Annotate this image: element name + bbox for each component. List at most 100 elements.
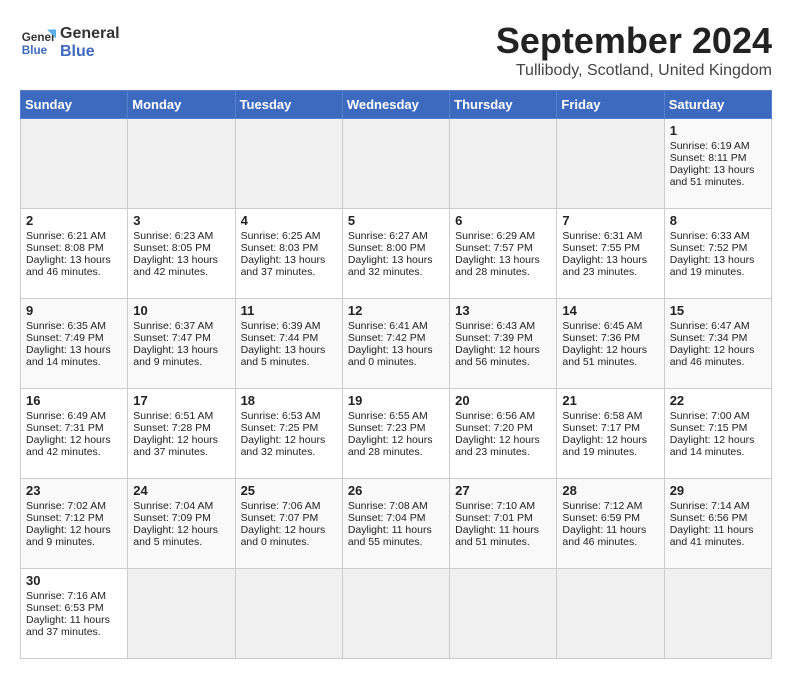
- calendar-cell: 17Sunrise: 6:51 AMSunset: 7:28 PMDayligh…: [128, 389, 235, 479]
- sunset-text: Sunset: 7:12 PM: [26, 512, 122, 524]
- page-header: General Blue General Blue September 2024…: [20, 20, 772, 80]
- calendar-cell: [235, 569, 342, 659]
- sunrise-text: Sunrise: 6:19 AM: [670, 140, 766, 152]
- sunset-text: Sunset: 7:47 PM: [133, 332, 229, 344]
- daylight-text: Daylight: 12 hours and 37 minutes.: [133, 434, 229, 458]
- day-number: 14: [562, 303, 658, 318]
- day-number: 17: [133, 393, 229, 408]
- sunrise-text: Sunrise: 7:02 AM: [26, 500, 122, 512]
- daylight-text: Daylight: 12 hours and 23 minutes.: [455, 434, 551, 458]
- sunrise-text: Sunrise: 6:58 AM: [562, 410, 658, 422]
- sunset-text: Sunset: 7:39 PM: [455, 332, 551, 344]
- day-number: 10: [133, 303, 229, 318]
- sunrise-text: Sunrise: 6:39 AM: [241, 320, 337, 332]
- daylight-text: Daylight: 13 hours and 14 minutes.: [26, 344, 122, 368]
- sunset-text: Sunset: 8:00 PM: [348, 242, 444, 254]
- sunrise-text: Sunrise: 7:00 AM: [670, 410, 766, 422]
- header-cell-wednesday: Wednesday: [342, 91, 449, 119]
- daylight-text: Daylight: 13 hours and 51 minutes.: [670, 164, 766, 188]
- logo-text-general: General: [60, 25, 120, 43]
- day-number: 18: [241, 393, 337, 408]
- calendar-cell: [21, 119, 128, 209]
- calendar-week-0: 1 Sunrise: 6:19 AMSunset: 8:11 PMDaylight…: [21, 119, 772, 209]
- header-row: SundayMondayTuesdayWednesdayThursdayFrid…: [21, 91, 772, 119]
- sunset-text: Sunset: 8:08 PM: [26, 242, 122, 254]
- calendar-cell: 30Sunrise: 7:16 AMSunset: 6:53 PMDayligh…: [21, 569, 128, 659]
- day-number: 29: [670, 483, 766, 498]
- calendar-cell: 10Sunrise: 6:37 AMSunset: 7:47 PMDayligh…: [128, 299, 235, 389]
- sunset-text: Sunset: 8:11 PM: [670, 152, 766, 164]
- daylight-text: Daylight: 12 hours and 14 minutes.: [670, 434, 766, 458]
- header-cell-sunday: Sunday: [21, 91, 128, 119]
- day-number: 12: [348, 303, 444, 318]
- day-number: 21: [562, 393, 658, 408]
- sunrise-text: Sunrise: 6:41 AM: [348, 320, 444, 332]
- day-number: 5: [348, 213, 444, 228]
- daylight-text: Daylight: 12 hours and 9 minutes.: [26, 524, 122, 548]
- day-number: 1: [670, 123, 766, 138]
- sunrise-text: Sunrise: 6:56 AM: [455, 410, 551, 422]
- sunset-text: Sunset: 7:01 PM: [455, 512, 551, 524]
- calendar-cell: [342, 569, 449, 659]
- day-number: 27: [455, 483, 551, 498]
- calendar-cell: 12Sunrise: 6:41 AMSunset: 7:42 PMDayligh…: [342, 299, 449, 389]
- calendar-cell: 21Sunrise: 6:58 AMSunset: 7:17 PMDayligh…: [557, 389, 664, 479]
- sunset-text: Sunset: 7:52 PM: [670, 242, 766, 254]
- calendar-cell: [450, 569, 557, 659]
- calendar-cell: 6Sunrise: 6:29 AMSunset: 7:57 PMDaylight…: [450, 209, 557, 299]
- sunset-text: Sunset: 7:07 PM: [241, 512, 337, 524]
- calendar-cell: [128, 119, 235, 209]
- svg-text:Blue: Blue: [22, 44, 48, 57]
- sunset-text: Sunset: 7:17 PM: [562, 422, 658, 434]
- daylight-text: Daylight: 13 hours and 19 minutes.: [670, 254, 766, 278]
- calendar-cell: 19Sunrise: 6:55 AMSunset: 7:23 PMDayligh…: [342, 389, 449, 479]
- day-number: 22: [670, 393, 766, 408]
- day-number: 13: [455, 303, 551, 318]
- calendar-cell: 4Sunrise: 6:25 AMSunset: 8:03 PMDaylight…: [235, 209, 342, 299]
- day-number: 2: [26, 213, 122, 228]
- daylight-text: Daylight: 13 hours and 28 minutes.: [455, 254, 551, 278]
- day-number: 28: [562, 483, 658, 498]
- sunrise-text: Sunrise: 6:33 AM: [670, 230, 766, 242]
- header-cell-monday: Monday: [128, 91, 235, 119]
- calendar-week-5: 30Sunrise: 7:16 AMSunset: 6:53 PMDayligh…: [21, 569, 772, 659]
- sunset-text: Sunset: 7:55 PM: [562, 242, 658, 254]
- daylight-text: Daylight: 12 hours and 46 minutes.: [670, 344, 766, 368]
- calendar-cell: 23Sunrise: 7:02 AMSunset: 7:12 PMDayligh…: [21, 479, 128, 569]
- sunset-text: Sunset: 7:49 PM: [26, 332, 122, 344]
- daylight-text: Daylight: 11 hours and 46 minutes.: [562, 524, 658, 548]
- calendar-cell: 2Sunrise: 6:21 AMSunset: 8:08 PMDaylight…: [21, 209, 128, 299]
- daylight-text: Daylight: 12 hours and 32 minutes.: [241, 434, 337, 458]
- sunrise-text: Sunrise: 6:27 AM: [348, 230, 444, 242]
- daylight-text: Daylight: 11 hours and 55 minutes.: [348, 524, 444, 548]
- sunrise-text: Sunrise: 6:31 AM: [562, 230, 658, 242]
- day-number: 16: [26, 393, 122, 408]
- sunset-text: Sunset: 8:05 PM: [133, 242, 229, 254]
- sunrise-text: Sunrise: 6:51 AM: [133, 410, 229, 422]
- calendar-cell: 16Sunrise: 6:49 AMSunset: 7:31 PMDayligh…: [21, 389, 128, 479]
- sunrise-text: Sunrise: 7:06 AM: [241, 500, 337, 512]
- calendar-week-3: 16Sunrise: 6:49 AMSunset: 7:31 PMDayligh…: [21, 389, 772, 479]
- calendar-cell: 1 Sunrise: 6:19 AMSunset: 8:11 PMDaylight…: [664, 119, 771, 209]
- daylight-text: Daylight: 12 hours and 28 minutes.: [348, 434, 444, 458]
- calendar-cell: 18Sunrise: 6:53 AMSunset: 7:25 PMDayligh…: [235, 389, 342, 479]
- sunrise-text: Sunrise: 6:43 AM: [455, 320, 551, 332]
- daylight-text: Daylight: 13 hours and 46 minutes.: [26, 254, 122, 278]
- calendar-cell: 5Sunrise: 6:27 AMSunset: 8:00 PMDaylight…: [342, 209, 449, 299]
- calendar-cell: [128, 569, 235, 659]
- logo-icon: General Blue: [20, 25, 56, 61]
- calendar-week-1: 2Sunrise: 6:21 AMSunset: 8:08 PMDaylight…: [21, 209, 772, 299]
- logo-text-blue: Blue: [60, 43, 120, 61]
- calendar-cell: 28Sunrise: 7:12 AMSunset: 6:59 PMDayligh…: [557, 479, 664, 569]
- daylight-text: Daylight: 11 hours and 41 minutes.: [670, 524, 766, 548]
- calendar-cell: [235, 119, 342, 209]
- calendar-cell: 11Sunrise: 6:39 AMSunset: 7:44 PMDayligh…: [235, 299, 342, 389]
- daylight-text: Daylight: 12 hours and 42 minutes.: [26, 434, 122, 458]
- sunrise-text: Sunrise: 6:47 AM: [670, 320, 766, 332]
- calendar-week-2: 9Sunrise: 6:35 AMSunset: 7:49 PMDaylight…: [21, 299, 772, 389]
- day-number: 26: [348, 483, 444, 498]
- day-number: 9: [26, 303, 122, 318]
- sunset-text: Sunset: 6:56 PM: [670, 512, 766, 524]
- calendar-cell: 27Sunrise: 7:10 AMSunset: 7:01 PMDayligh…: [450, 479, 557, 569]
- calendar-cell: 14Sunrise: 6:45 AMSunset: 7:36 PMDayligh…: [557, 299, 664, 389]
